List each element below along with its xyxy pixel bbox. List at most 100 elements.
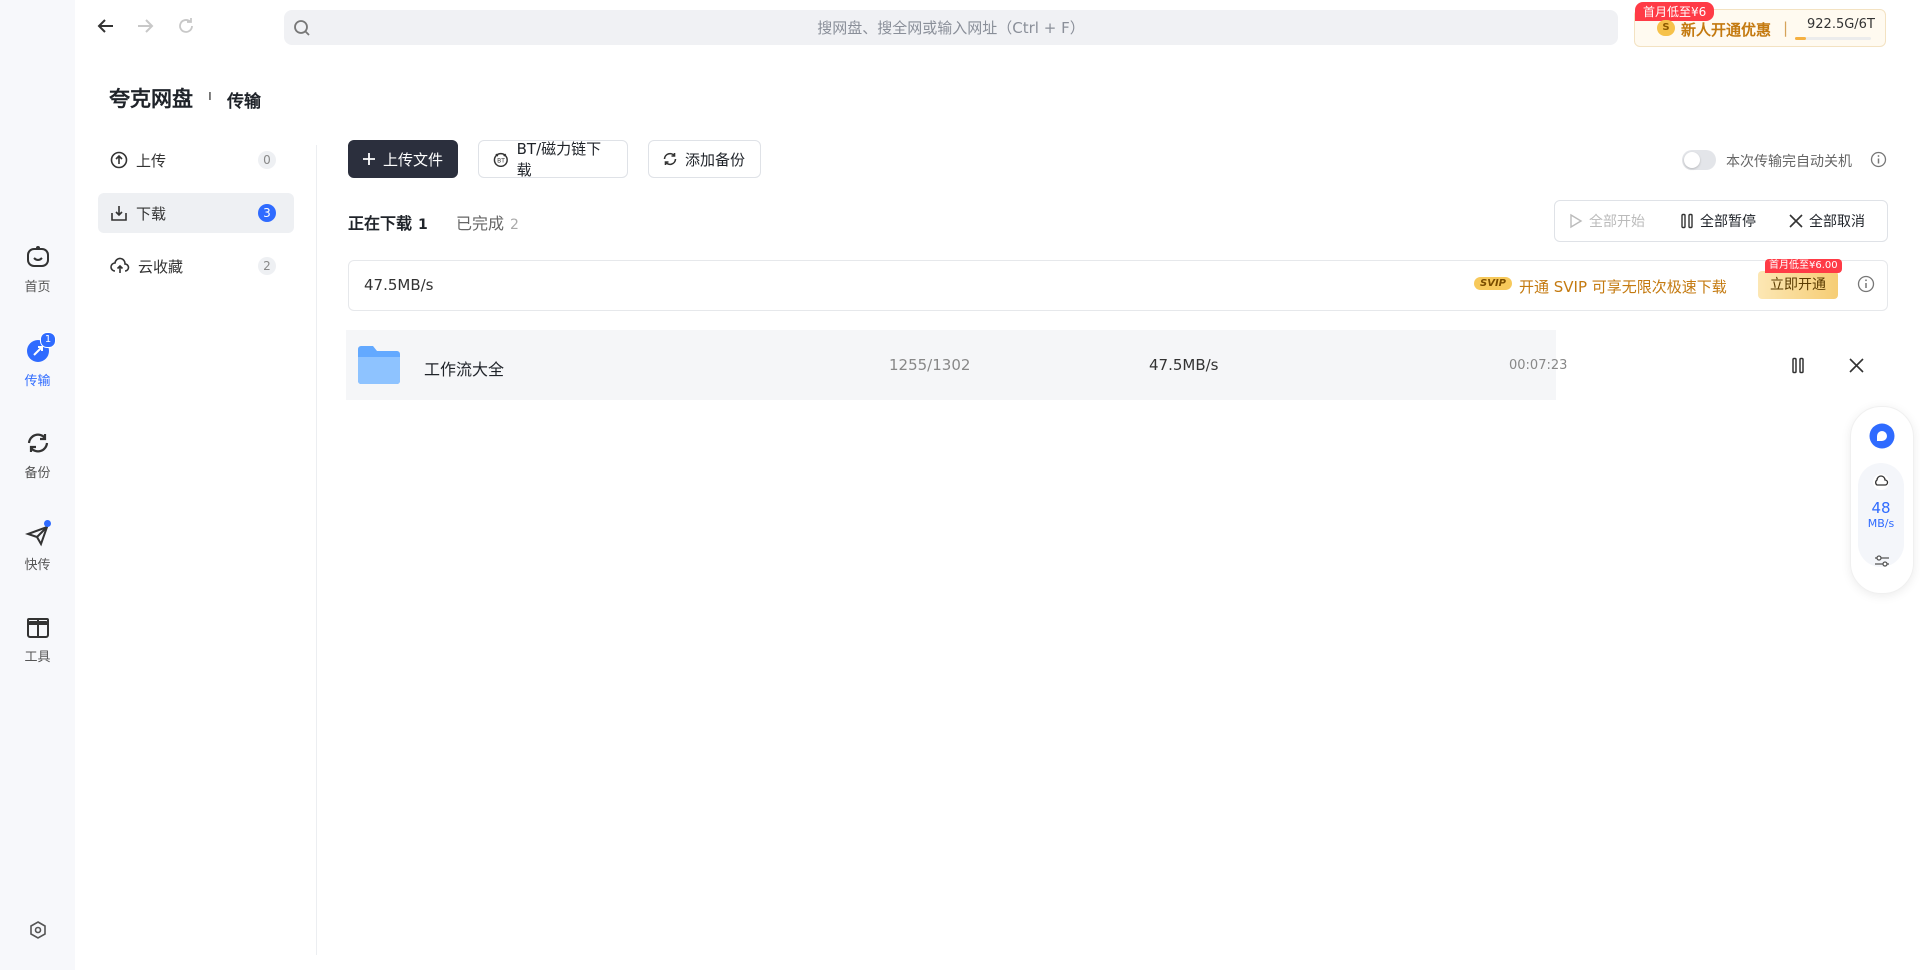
side-item-label: 下载 <box>136 204 167 223</box>
download-progress: 1255/1302 <box>889 356 971 374</box>
rail-label-tools: 工具 <box>24 650 51 665</box>
bt-magnet-download-button[interactable]: BT BT/磁力链下载 <box>478 140 628 179</box>
toggle-knob <box>1684 152 1700 168</box>
speed-panel: 48 MB/s <box>1858 463 1904 567</box>
promo-text: 新人开通优惠 <box>1681 21 1772 39</box>
rail-label-home: 首页 <box>24 280 51 295</box>
auto-shutdown-toggle[interactable] <box>1682 150 1716 170</box>
rail-item-tools[interactable]: 工具 <box>0 614 75 665</box>
arrow-right-icon <box>138 19 154 33</box>
side-item-label: 上传 <box>136 151 167 170</box>
home-icon <box>26 246 49 267</box>
rail-item-home[interactable]: 首页 <box>0 244 75 295</box>
divider <box>316 145 317 955</box>
svg-text:BT: BT <box>497 158 505 164</box>
rail-label-quick-send: 快传 <box>24 558 51 573</box>
assistant-icon[interactable] <box>1869 423 1895 453</box>
svip-promo-text: 开通 SVIP 可享无限次极速下载 <box>1519 278 1727 296</box>
tab-downloading-label: 正在下载 <box>348 214 413 233</box>
start-all-button[interactable]: 全部开始 <box>1569 211 1645 231</box>
upload-file-button[interactable]: 上传文件 <box>348 140 458 178</box>
coin-icon: S <box>1657 20 1675 36</box>
upload-count: 0 <box>258 151 276 169</box>
tab-downloading[interactable]: 正在下载 1 <box>348 210 428 234</box>
close-icon <box>1789 214 1803 228</box>
promo-separator: | <box>1783 19 1789 37</box>
rail-item-settings[interactable] <box>0 920 75 946</box>
settings-icon <box>29 921 46 939</box>
storage-bar-fill <box>1795 37 1807 40</box>
pause-all-label: 全部暂停 <box>1700 214 1756 230</box>
tab-completed[interactable]: 已完成 2 <box>456 210 519 234</box>
storage-usage: 922.5G/6T <box>1807 17 1875 32</box>
download-name: 工作流大全 <box>424 360 505 379</box>
forward-button[interactable] <box>133 14 157 38</box>
rail-label-backup: 备份 <box>24 466 51 481</box>
app-title: 夸克网盘 <box>109 87 193 111</box>
tab-completed-count: 2 <box>510 217 519 233</box>
add-backup-button[interactable]: 添加备份 <box>648 140 761 178</box>
refresh-icon <box>179 18 193 33</box>
storage-bar <box>1795 37 1871 40</box>
search-placeholder: 搜网盘、搜全网或输入网址（Ctrl + F） <box>817 19 1085 37</box>
plus-icon <box>363 153 375 165</box>
rail-item-transfer[interactable]: 1 传输 <box>0 332 75 389</box>
float-speed-unit: MB/s <box>1867 517 1895 530</box>
tools-icon <box>26 618 49 638</box>
cloud-collect-count: 2 <box>258 257 276 275</box>
side-item-download[interactable]: 下载 3 <box>98 193 294 233</box>
arrow-left-icon <box>97 19 113 33</box>
download-icon <box>111 206 127 221</box>
cancel-all-label: 全部取消 <box>1809 214 1865 230</box>
folder-icon <box>356 343 402 391</box>
back-button[interactable] <box>94 14 118 38</box>
open-svip-tag: 首月低至¥6.00 <box>1765 259 1842 273</box>
play-icon <box>1570 213 1583 229</box>
info-icon[interactable] <box>1870 151 1887 172</box>
bt-icon: BT <box>493 152 508 167</box>
backup-icon <box>27 433 48 453</box>
total-speed: 47.5MB/s <box>364 276 434 294</box>
pause-icon <box>1792 357 1804 374</box>
quick-send-dot <box>44 520 51 527</box>
cancel-download-button[interactable] <box>1849 358 1864 377</box>
page-title: 传输 <box>227 92 261 112</box>
upload-file-label: 上传文件 <box>383 150 444 169</box>
side-item-cloud-collect[interactable]: 云收藏 2 <box>98 246 294 286</box>
cloud-transfer-icon <box>1873 474 1889 490</box>
download-count: 3 <box>258 204 276 222</box>
pause-all-button[interactable]: 全部暂停 <box>1680 211 1756 231</box>
open-svip-button[interactable]: 立即开通 <box>1758 271 1838 299</box>
refresh-button[interactable] <box>174 14 198 38</box>
side-item-upload[interactable]: 上传 0 <box>98 140 294 180</box>
cloud-upload-icon <box>110 257 130 273</box>
tab-downloading-count: 1 <box>418 217 428 233</box>
sync-icon <box>663 152 677 166</box>
upload-icon <box>110 151 128 169</box>
rail-item-quick-send[interactable]: 快传 <box>0 520 75 573</box>
vip-promo-banner[interactable]: 首月低至¥6 S 新人开通优惠 | 922.5G/6T <box>1634 2 1886 47</box>
close-icon <box>1849 358 1864 373</box>
rail-label-transfer: 传输 <box>24 374 51 389</box>
bt-magnet-label: BT/磁力链下载 <box>516 140 602 179</box>
cancel-all-button[interactable]: 全部取消 <box>1789 211 1865 231</box>
total-speed-bar: 47.5MB/s SVIP 开通 SVIP 可享无限次极速下载 立即开通 首月低… <box>348 259 1888 311</box>
rail-item-backup[interactable]: 备份 <box>0 430 75 481</box>
sliders-icon[interactable] <box>1874 553 1890 572</box>
download-speed: 47.5MB/s <box>1149 356 1219 374</box>
pause-download-button[interactable] <box>1791 357 1805 378</box>
download-time-left: 00:07:23 <box>1509 358 1568 373</box>
pause-icon <box>1681 213 1693 229</box>
start-all-label: 全部开始 <box>1589 214 1645 230</box>
float-speed-value: 48 <box>1871 499 1891 517</box>
floating-widget[interactable]: 48 MB/s <box>1850 406 1914 594</box>
left-rail: 首页 1 传输 备份 快传 工具 <box>0 0 75 970</box>
side-item-label: 云收藏 <box>138 257 184 276</box>
add-backup-label: 添加备份 <box>685 150 746 169</box>
transfer-badge: 1 <box>40 332 56 348</box>
svip-badge: SVIP <box>1474 277 1512 290</box>
search-input[interactable]: 搜网盘、搜全网或输入网址（Ctrl + F） <box>284 10 1618 45</box>
tab-completed-label: 已完成 <box>456 214 505 233</box>
speed-info-icon[interactable] <box>1857 275 1875 297</box>
batch-actions: 全部开始 全部暂停 全部取消 <box>1554 200 1888 242</box>
